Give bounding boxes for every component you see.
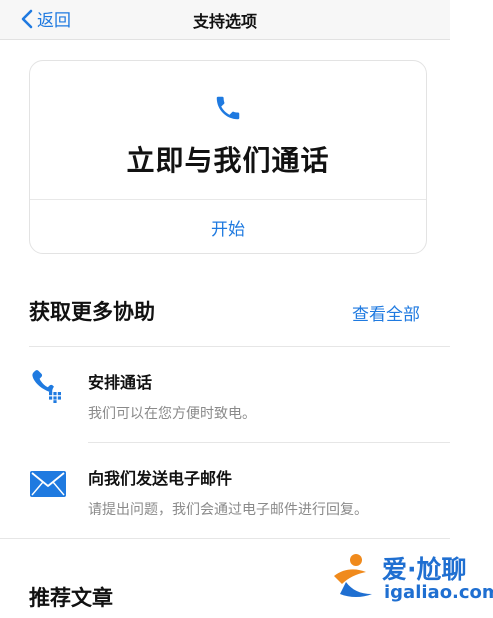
card-divider	[30, 199, 426, 200]
section-divider	[0, 538, 450, 539]
phone-schedule-icon	[32, 370, 61, 403]
more-help-heading: 获取更多协助	[29, 300, 155, 324]
watermark-logo-icon	[334, 554, 372, 597]
watermark: 爱·尬聊 igaliao.com	[326, 548, 493, 608]
call-now-card: 立即与我们通话 开始	[29, 60, 427, 254]
page-title: 支持选项	[192, 12, 257, 31]
start-button[interactable]: 开始	[30, 215, 426, 240]
phone-icon	[216, 96, 240, 120]
schedule-call-option[interactable]: 安排通话 我们可以在您方便时致电。	[0, 347, 450, 442]
option-description: 请提出问题，我们会通过电子邮件进行回复。	[88, 502, 368, 518]
option-title: 向我们发送电子邮件	[88, 469, 233, 488]
option-title: 安排通话	[88, 373, 153, 392]
email-option[interactable]: 向我们发送电子邮件 请提出问题，我们会通过电子邮件进行回复。	[0, 443, 450, 537]
watermark-url: igaliao.com	[384, 582, 493, 603]
recommended-articles-heading: 推荐文章	[29, 586, 113, 610]
mail-icon	[30, 471, 66, 497]
navigation-bar: 返回 支持选项	[0, 0, 450, 40]
watermark-brand: 爱·尬聊	[382, 555, 467, 584]
option-description: 我们可以在您方便时致电。	[88, 406, 256, 422]
see-all-link[interactable]: 查看全部	[352, 300, 420, 325]
call-now-headline: 立即与我们通话	[126, 144, 330, 177]
